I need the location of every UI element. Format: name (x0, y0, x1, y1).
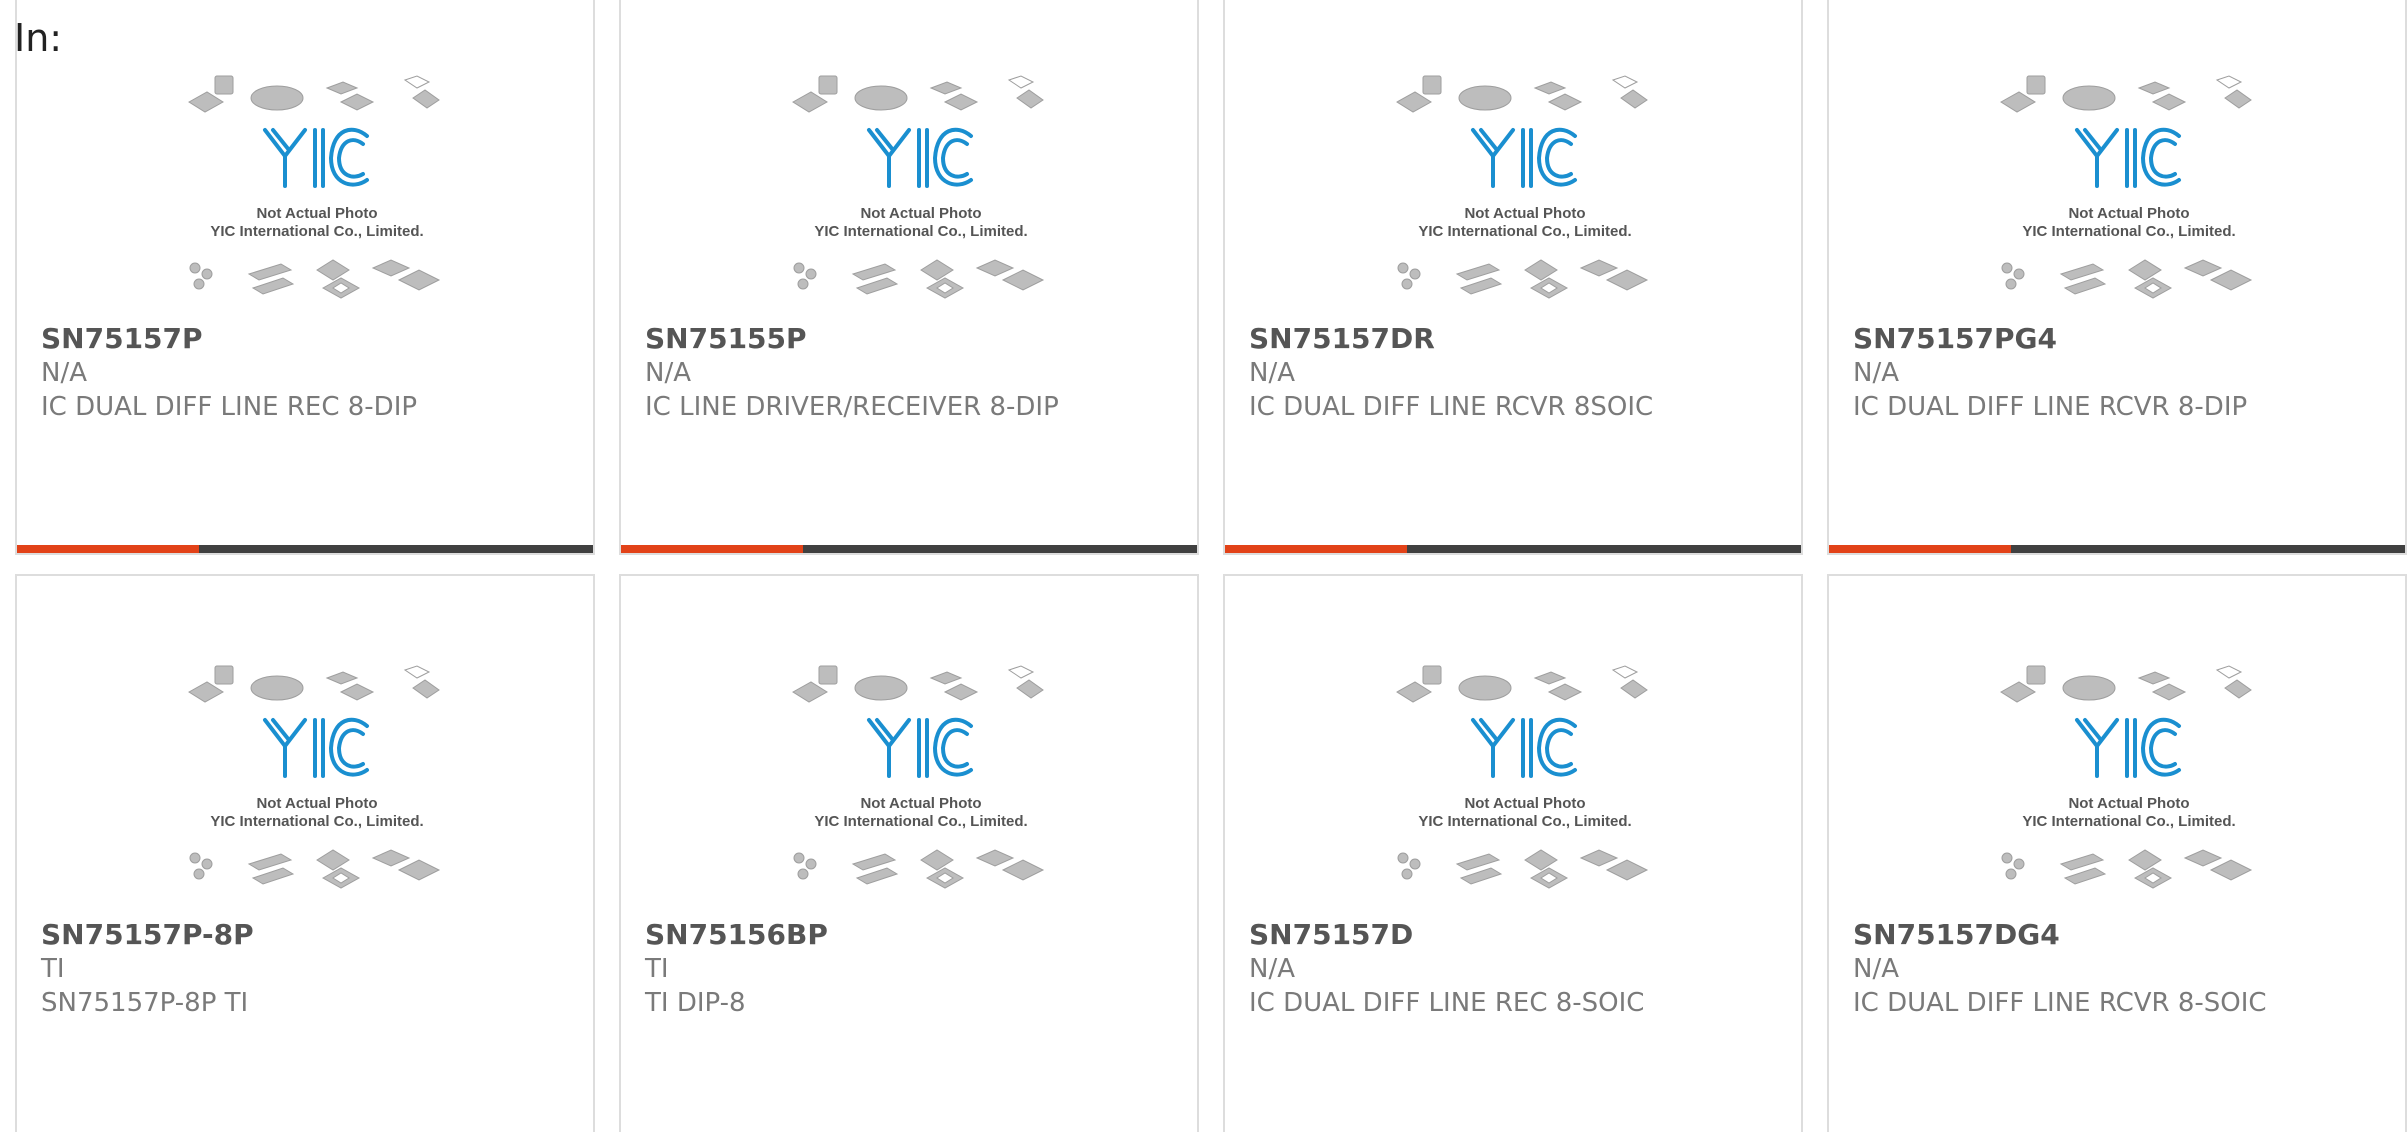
part-number[interactable]: SN75157DR (1249, 322, 1785, 356)
card-bottom-bar (17, 545, 593, 553)
placeholder-caption-line1: Not Actual Photo (860, 795, 981, 812)
placeholder-caption-line2: YIC International Co., Limited. (1418, 813, 1631, 830)
part-number[interactable]: SN75157P (41, 322, 577, 356)
placeholder-artwork: Not Actual PhotoYIC International Co., L… (2000, 75, 2253, 299)
placeholder-caption-line1: Not Actual Photo (860, 205, 981, 222)
part-number[interactable]: SN75157PG4 (1853, 322, 2389, 356)
product-card[interactable]: Not Actual Photo YIC International Co., L… (15, 574, 595, 1132)
part-number[interactable]: SN75157D (1249, 918, 1785, 952)
product-card[interactable]: Not Actual Photo YIC International Co., L… (1223, 574, 1803, 1132)
product-card[interactable]: Not Actual Photo YIC International Co., L… (1827, 0, 2407, 555)
card-bottom-bar (1829, 545, 2405, 553)
manufacturer: N/A (1249, 954, 1295, 984)
product-placeholder-image: Not Actual Photo YIC International Co., L… (781, 74, 1061, 314)
bar-rest (2011, 545, 2405, 553)
bar-accent (17, 545, 199, 553)
placeholder-artwork: Not Actual PhotoYIC International Co., L… (188, 75, 441, 299)
bar-rest (199, 545, 593, 553)
placeholder-caption-line1: Not Actual Photo (2068, 205, 2189, 222)
manufacturer: TI (645, 954, 669, 984)
placeholder-caption-line2: YIC International Co., Limited. (2022, 223, 2235, 240)
part-number[interactable]: SN75157P-8P (41, 918, 577, 952)
placeholder-artwork: Not Actual PhotoYIC International Co., L… (2000, 665, 2253, 889)
product-placeholder-image: Not Actual Photo YIC International Co., L… (781, 664, 1061, 904)
product-placeholder-image: Not Actual Photo YIC International Co., L… (1385, 74, 1665, 314)
in-label: In: (14, 16, 63, 60)
yic-logo (2075, 127, 2181, 188)
manufacturer: N/A (1853, 954, 1899, 984)
placeholder-caption-line1: Not Actual Photo (256, 205, 377, 222)
description: SN75157P-8P TI (41, 988, 249, 1018)
placeholder-caption-line2: YIC International Co., Limited. (814, 813, 1027, 830)
placeholder-caption-line1: Not Actual Photo (2068, 795, 2189, 812)
yic-logo (263, 127, 369, 188)
placeholder-caption-line2: YIC International Co., Limited. (814, 223, 1027, 240)
bar-rest (803, 545, 1197, 553)
product-placeholder-image: Not Actual Photo YIC International Co., L… (1989, 664, 2269, 904)
manufacturer: N/A (1249, 358, 1295, 388)
yic-logo (1471, 127, 1577, 188)
placeholder-artwork: Not Actual PhotoYIC International Co., L… (792, 75, 1045, 299)
product-placeholder-image: Not Actual Photo YIC International Co., L… (1385, 664, 1665, 904)
product-card[interactable]: Not Actual Photo YIC International Co., L… (619, 574, 1199, 1132)
manufacturer: N/A (41, 358, 87, 388)
product-placeholder-image: Not Actual Photo YIC International Co., L… (177, 664, 457, 904)
placeholder-caption-line2: YIC International Co., Limited. (1418, 223, 1631, 240)
part-number[interactable]: SN75155P (645, 322, 1181, 356)
placeholder-artwork: Not Actual PhotoYIC International Co., L… (1396, 665, 1649, 889)
placeholder-caption-line1: Not Actual Photo (256, 795, 377, 812)
placeholder-artwork: Not Actual PhotoYIC International Co., L… (188, 665, 441, 889)
placeholder-caption-line2: YIC International Co., Limited. (2022, 813, 2235, 830)
bar-accent (1225, 545, 1407, 553)
description: TI DIP-8 (645, 988, 746, 1018)
description: IC DUAL DIFF LINE RCVR 8-SOIC (1853, 988, 2267, 1018)
description: IC DUAL DIFF LINE RCVR 8-DIP (1853, 392, 2248, 422)
bar-accent (1829, 545, 2011, 553)
placeholder-caption-line2: YIC International Co., Limited. (210, 223, 423, 240)
manufacturer: N/A (1853, 358, 1899, 388)
product-placeholder-image: Not Actual Photo YIC International Co., L… (1989, 74, 2269, 314)
placeholder-caption-line2: YIC International Co., Limited. (210, 813, 423, 830)
description: IC DUAL DIFF LINE REC 8-DIP (41, 392, 418, 422)
product-card[interactable]: Not Actual Photo YIC International Co., L… (1223, 0, 1803, 555)
yic-logo (867, 717, 973, 778)
yic-logo (2075, 717, 2181, 778)
manufacturer: N/A (645, 358, 691, 388)
product-card[interactable]: Not Actual Photo YIC International Co., L… (619, 0, 1199, 555)
description: IC LINE DRIVER/RECEIVER 8-DIP (645, 392, 1059, 422)
part-number[interactable]: SN75157DG4 (1853, 918, 2389, 952)
yic-logo (1471, 717, 1577, 778)
product-placeholder-image: Not Actual Photo YIC International Co., L… (177, 74, 457, 314)
placeholder-caption-line1: Not Actual Photo (1464, 795, 1585, 812)
placeholder-caption-line1: Not Actual Photo (1464, 205, 1585, 222)
yic-logo (867, 127, 973, 188)
product-card[interactable]: Not Actual Photo YIC International Co., L… (1827, 574, 2407, 1132)
placeholder-artwork: Not Actual PhotoYIC International Co., L… (1396, 75, 1649, 299)
yic-logo (263, 717, 369, 778)
product-card[interactable]: Not Actual Photo YIC International Co., L… (15, 0, 595, 555)
placeholder-artwork: Not Actual PhotoYIC International Co., L… (792, 665, 1045, 889)
bar-rest (1407, 545, 1801, 553)
part-number[interactable]: SN75156BP (645, 918, 1181, 952)
manufacturer: TI (41, 954, 65, 984)
bar-accent (621, 545, 803, 553)
description: IC DUAL DIFF LINE RCVR 8SOIC (1249, 392, 1654, 422)
card-bottom-bar (621, 545, 1197, 553)
card-bottom-bar (1225, 545, 1801, 553)
product-grid-page: In: Not Actual Photo YIC International Co… (0, 0, 2408, 1132)
description: IC DUAL DIFF LINE REC 8-SOIC (1249, 988, 1645, 1018)
